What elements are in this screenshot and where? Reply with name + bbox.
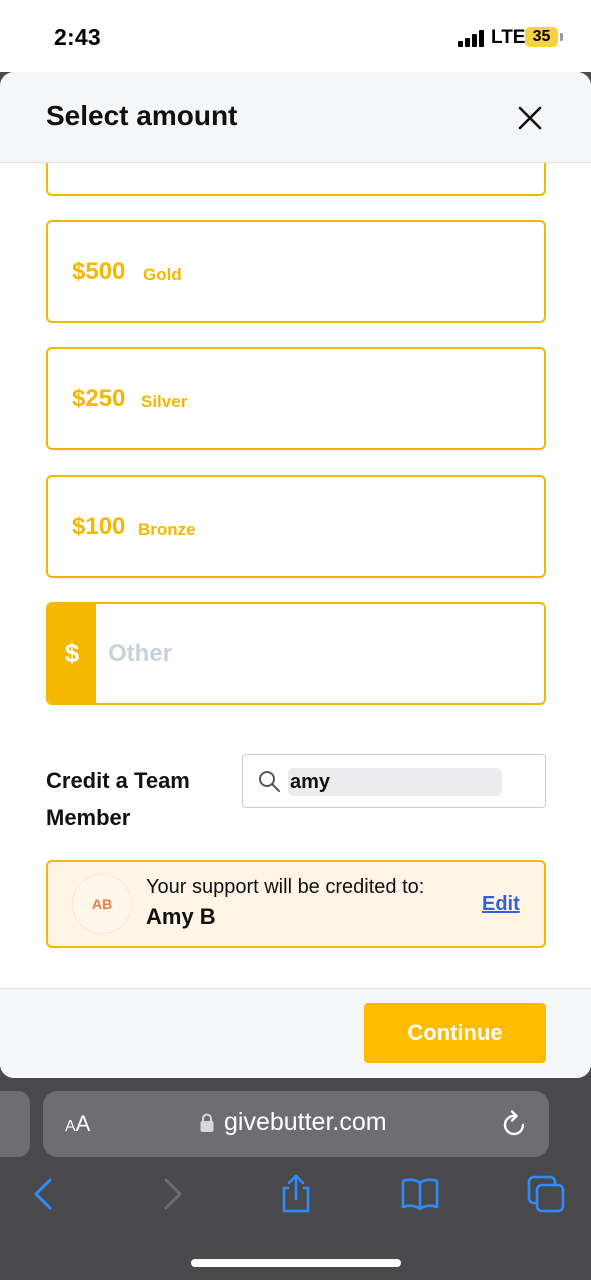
credited-member-card: AB Your support will be credited to: Amy… bbox=[46, 860, 546, 948]
text-size-button[interactable]: AA bbox=[65, 1111, 90, 1137]
search-input[interactable]: amy bbox=[288, 768, 502, 796]
credit-team-member-label: Credit a Team Member bbox=[46, 768, 190, 830]
bookmarks-icon[interactable] bbox=[400, 1173, 440, 1213]
share-icon[interactable] bbox=[276, 1173, 316, 1213]
amount-value: $100 bbox=[72, 513, 126, 540]
edit-link[interactable]: Edit bbox=[482, 893, 520, 916]
reload-icon[interactable] bbox=[501, 1109, 529, 1139]
amount-tier: Bronze bbox=[138, 520, 196, 539]
sheet-title: Select amount bbox=[46, 100, 238, 131]
network-label: LTE bbox=[491, 27, 526, 48]
credited-member-name: Amy B bbox=[146, 904, 216, 929]
url-text: givebutter.com bbox=[224, 1108, 387, 1136]
amount-tier: Gold bbox=[143, 265, 182, 284]
battery-level: 35 bbox=[532, 28, 551, 45]
close-icon bbox=[518, 106, 542, 130]
previous-tab-stub[interactable] bbox=[0, 1091, 30, 1157]
status-bar: 2:43 LTE 35 bbox=[0, 0, 591, 72]
search-icon bbox=[259, 771, 280, 792]
amount-tier: Silver bbox=[141, 392, 188, 411]
other-amount-field[interactable]: $ bbox=[46, 602, 546, 705]
credit-support-text: Your support will be credited to: bbox=[146, 876, 425, 898]
amount-value: $500 bbox=[72, 258, 126, 285]
avatar: AB bbox=[72, 874, 132, 934]
home-indicator bbox=[191, 1259, 401, 1267]
amount-option-100[interactable]: $100 Bronze bbox=[46, 475, 546, 578]
team-member-search[interactable]: amy bbox=[242, 754, 546, 808]
lock-icon bbox=[200, 1113, 214, 1132]
forward-icon[interactable] bbox=[152, 1173, 192, 1213]
close-button[interactable] bbox=[514, 102, 546, 134]
sheet-footer: Continue bbox=[0, 988, 591, 1078]
status-time: 2:43 bbox=[54, 24, 101, 50]
tabs-icon[interactable] bbox=[526, 1173, 566, 1213]
dollar-prefix: $ bbox=[48, 604, 96, 703]
amount-value: $250 bbox=[72, 385, 126, 412]
battery-tip bbox=[560, 33, 563, 41]
other-amount-input[interactable] bbox=[108, 637, 528, 671]
amount-option-250[interactable]: $250 Silver bbox=[46, 347, 546, 450]
battery-icon: 35 bbox=[525, 27, 558, 47]
sheet-header: Select amount bbox=[0, 72, 591, 163]
amount-sheet: Select amount $500 Gold $250 Silver $100… bbox=[0, 72, 591, 1078]
amount-option-500[interactable]: $500 Gold bbox=[46, 220, 546, 323]
address-bar[interactable]: AA givebutter.com bbox=[43, 1091, 549, 1157]
back-icon[interactable] bbox=[24, 1173, 64, 1213]
signal-icon bbox=[458, 30, 484, 47]
continue-button[interactable]: Continue bbox=[364, 1003, 546, 1063]
amount-option-partial[interactable] bbox=[46, 163, 546, 196]
